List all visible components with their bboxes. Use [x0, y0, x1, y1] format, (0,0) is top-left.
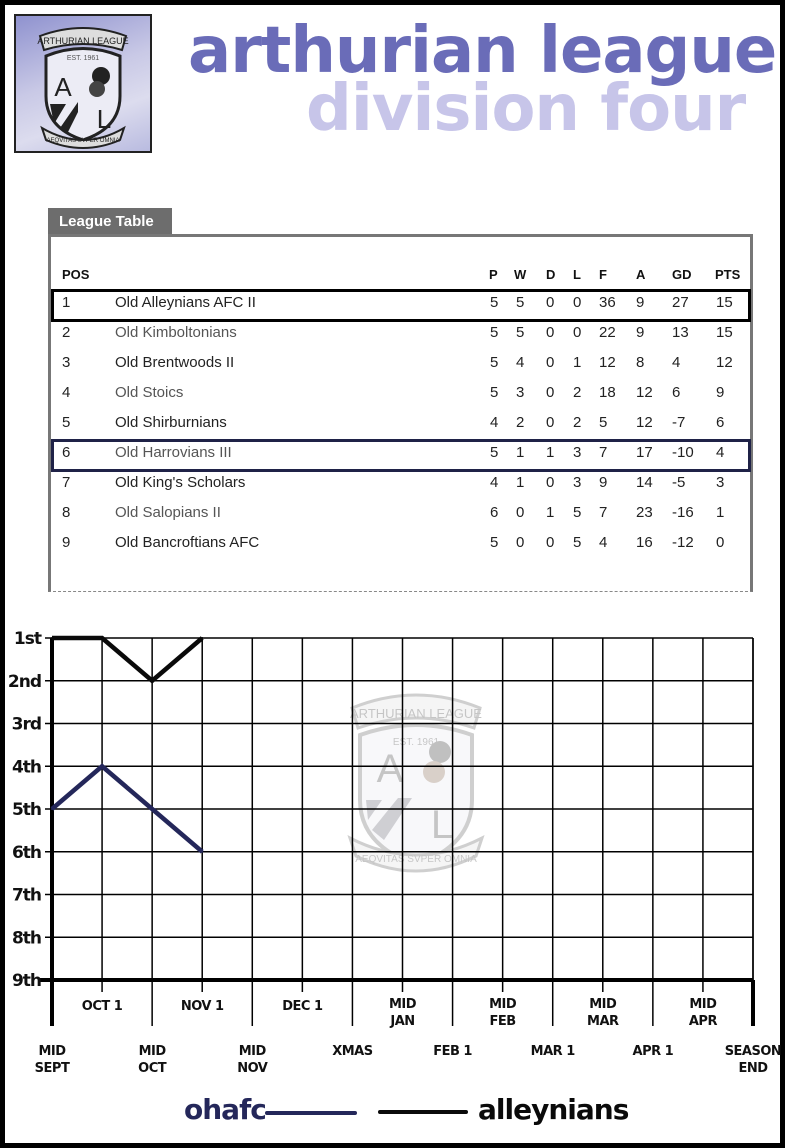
- legend-ohafc-line: [265, 1111, 357, 1115]
- series-line-alleynians: [52, 635, 204, 684]
- x-tick-label: MAR 1: [531, 1044, 576, 1059]
- x-tick-label: XMAS: [332, 1044, 373, 1059]
- y-tick-label: 1st: [14, 629, 42, 649]
- data-point-alleynians: [101, 637, 104, 639]
- x-tick-label: MID FEB: [489, 997, 517, 1029]
- x-tick-label: MID OCT: [138, 1044, 167, 1076]
- watermark-crest: ARTHURIAN LEAGUE EST. 1961 A L AEQVITAS …: [347, 693, 485, 873]
- y-tick-label: 2nd: [8, 672, 41, 692]
- y-tick-label: 5th: [12, 800, 41, 820]
- data-point-ohafc: [201, 850, 204, 853]
- x-tick-label: DEC 1: [282, 999, 323, 1014]
- y-tick-label: 7th: [12, 886, 41, 906]
- x-tick-label: NOV 1: [181, 999, 224, 1014]
- legend-alleynians-label: alleynians: [478, 1093, 629, 1126]
- data-point-alleynians: [201, 637, 204, 639]
- legend-ohafc-label: ohafc: [184, 1093, 267, 1126]
- y-tick-label: 6th: [12, 843, 41, 863]
- y-tick-label: 4th: [12, 757, 41, 777]
- data-point-alleynians: [151, 679, 154, 682]
- svg-text:A: A: [377, 747, 404, 791]
- chart-series: [50, 635, 204, 854]
- x-tick-label: SEASON END: [725, 1044, 782, 1076]
- y-tick-label: 3rd: [12, 715, 41, 735]
- legend-alleynians-line: [378, 1110, 468, 1114]
- x-tick-label: APR 1: [633, 1044, 674, 1059]
- y-axis-labels: 1st 2nd 3rd 4th 5th 6th 7th 8th 9th: [8, 629, 43, 991]
- x-axis-labels: OCT 1 NOV 1 DEC 1 MID JAN MID FEB MID MAR MID APR M…: [35, 997, 782, 1076]
- y-tick-label: 8th: [12, 928, 41, 948]
- data-point-ohafc: [51, 808, 53, 810]
- x-tick-label: MID SEPT: [35, 1044, 70, 1076]
- x-tick-label: MID NOV: [237, 1044, 268, 1076]
- svg-text:ARTHURIAN LEAGUE: ARTHURIAN LEAGUE: [350, 706, 482, 721]
- x-tick-label: MID JAN: [389, 997, 417, 1029]
- x-tick-label: FEB 1: [433, 1044, 472, 1059]
- data-point-ohafc: [101, 765, 104, 768]
- svg-text:AEQVITAS SVPER OMNIA: AEQVITAS SVPER OMNIA: [355, 854, 477, 865]
- position-chart: ARTHURIAN LEAGUE EST. 1961 A L AEQVITAS …: [8, 629, 782, 1076]
- data-point-alleynians: [51, 637, 53, 639]
- data-point-ohafc: [151, 808, 154, 810]
- y-tick-label: 9th: [12, 971, 41, 991]
- x-tick-label: MID MAR: [587, 997, 619, 1029]
- x-tick-label: MID APR: [689, 997, 718, 1029]
- x-tick-label: OCT 1: [82, 999, 123, 1014]
